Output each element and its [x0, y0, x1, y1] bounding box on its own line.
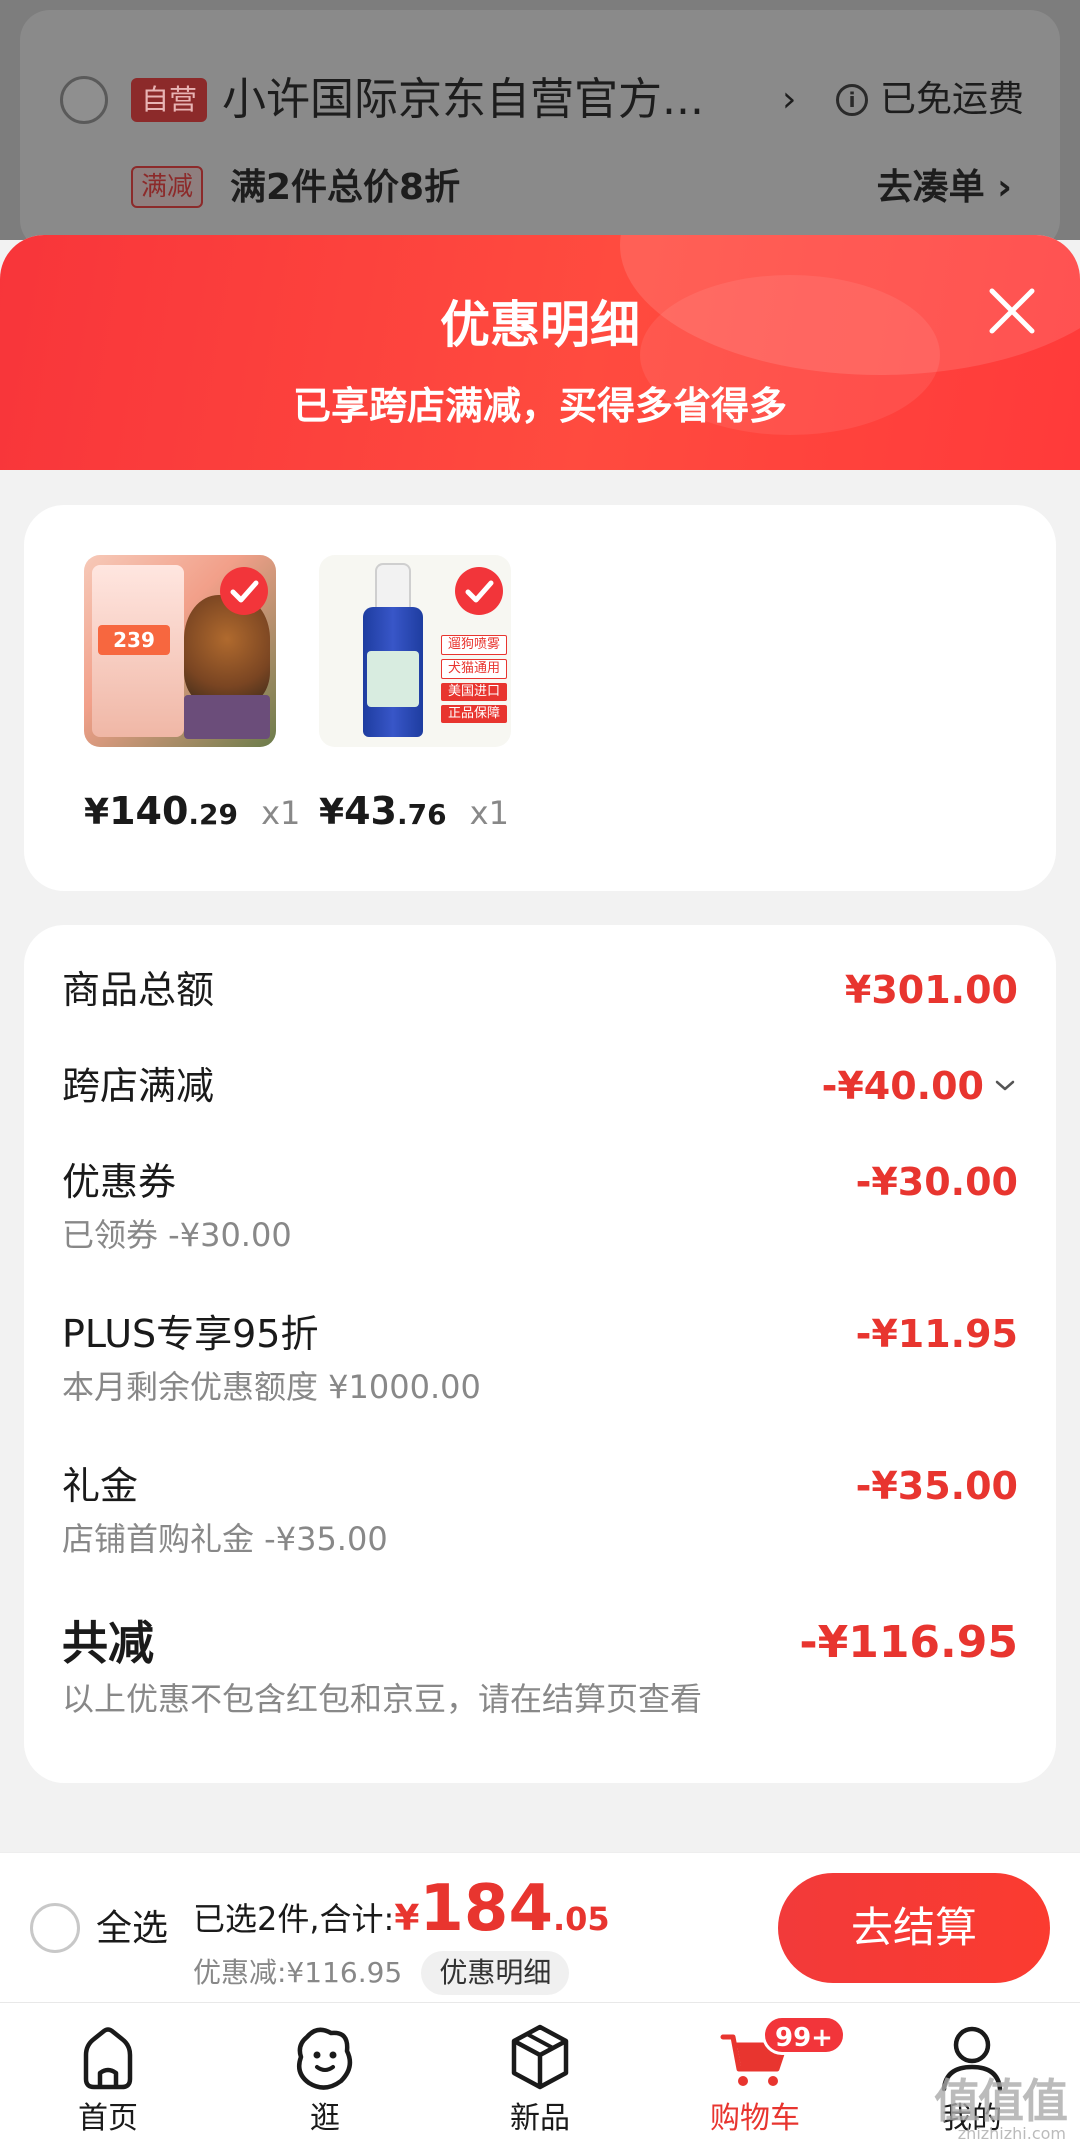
- total-decimal: .05: [552, 1900, 610, 1938]
- row-amount: -¥40.00: [821, 1064, 984, 1108]
- discount-detail-button[interactable]: 优惠明细: [421, 1951, 570, 1995]
- product-image-spray[interactable]: 遛狗喷雾 犬猫通用 美国进口 正品保障: [319, 555, 511, 747]
- row-sub: 本月剩余优惠额度 ¥1000.00: [62, 1368, 481, 1406]
- store-select-radio: [60, 76, 108, 124]
- browse-icon: [297, 2027, 353, 2090]
- select-all-label[interactable]: 全选: [96, 1905, 168, 1953]
- spray-nozzle-graphic: [375, 563, 411, 611]
- tab-label: 逛: [310, 2101, 340, 2136]
- gift-money-row: 礼金 店铺首购礼金 -¥35.00 -¥35.00: [62, 1461, 1018, 1561]
- image-tag: 美国进口: [441, 683, 507, 701]
- image-tag: 犬猫通用: [441, 659, 507, 679]
- chevron-down-icon[interactable]: [992, 1069, 1018, 1103]
- site-watermark: 值值值 zhizhizhi.com: [934, 2074, 1068, 2143]
- product-image-dog-food[interactable]: 239: [84, 555, 276, 747]
- discount-detail-sheet: 优惠明细 已享跨店满减，买得多省得多 239 ¥140.29 x1 遛狗喷雾 犬…: [0, 235, 1080, 1855]
- cross-store-discount-row[interactable]: 跨店满减 -¥40.00: [62, 1061, 1018, 1111]
- product-price-line: ¥140.29 x1: [84, 789, 300, 833]
- selected-total-line: 已选2件,合计:¥184.05: [193, 1871, 610, 1947]
- discount-summary-card: 商品总额 ¥301.00 跨店满减 -¥40.00 优惠券 已领券 -¥30.0…: [24, 925, 1056, 1783]
- goto-add-items-link: 去凑单 ›: [876, 167, 1012, 208]
- sheet-subtitle: 已享跨店满减，买得多省得多: [292, 384, 787, 428]
- product-quantity: x1: [261, 794, 301, 832]
- tab-label: 新品: [510, 2101, 570, 2136]
- discount-line: 优惠减:¥116.95 优惠明细: [193, 1951, 570, 1995]
- store-name: 小许国际京东自营官方...: [222, 74, 704, 125]
- selected-products-card: 239 ¥140.29 x1 遛狗喷雾 犬猫通用 美国进口 正品保障 ¥43.7…: [24, 505, 1056, 891]
- new-products-icon: [511, 2024, 569, 2090]
- package-strip: [184, 695, 270, 739]
- selected-count-text: 已选2件,合计:: [193, 1900, 395, 1938]
- row-sub: 以上优惠不包含红包和京豆，请在结算页查看: [62, 1680, 703, 1718]
- free-shipping-label: 已免运费: [880, 79, 1025, 120]
- info-icon: i: [836, 84, 868, 116]
- total-currency-symbol: ¥: [394, 1898, 420, 1939]
- row-sub: 店铺首购礼金 -¥35.00: [62, 1520, 388, 1558]
- price-decimal: .76: [396, 798, 447, 831]
- tab-label: 购物车: [710, 2101, 800, 2136]
- image-tag: 正品保障: [441, 705, 507, 723]
- tab-cart[interactable]: 99+ 购物车: [680, 2015, 846, 2139]
- background-promo-row: 满减 满2件总价8折 去凑单 ›: [0, 160, 1080, 216]
- currency-symbol: ¥: [319, 792, 345, 833]
- checkmark-icon: [455, 567, 503, 615]
- image-tag: 遛狗喷雾: [441, 635, 507, 655]
- goods-total-row: 商品总额 ¥301.00: [62, 965, 1018, 1015]
- plus-discount-row: PLUS专享95折 本月剩余优惠额度 ¥1000.00 -¥11.95: [62, 1309, 1018, 1409]
- tab-home[interactable]: 首页: [33, 2023, 183, 2139]
- total-discount-row: 共减 以上优惠不包含红包和京豆，请在结算页查看 -¥116.95: [62, 1615, 1018, 1721]
- close-icon: [989, 288, 1035, 334]
- sheet-title: 优惠明细: [440, 296, 640, 354]
- background-store-row: 自营 小许国际京东自营官方... › i 已免运费: [0, 70, 1080, 130]
- image-price-tag: 239: [98, 625, 170, 655]
- select-all-checkbox[interactable]: [30, 1903, 80, 1953]
- tab-label: 首页: [78, 2101, 138, 2136]
- bottle-label-graphic: [367, 651, 419, 707]
- row-sub: 已领券 -¥30.00: [62, 1216, 292, 1254]
- tab-browse[interactable]: 逛: [250, 2023, 400, 2139]
- row-amount: -¥116.95: [799, 1617, 1018, 1668]
- product-item[interactable]: 遛狗喷雾 犬猫通用 美国进口 正品保障 ¥43.76 x1: [319, 555, 519, 833]
- product-quantity: x1: [469, 794, 509, 832]
- row-amount: ¥301.00: [844, 968, 1018, 1012]
- watermark-logo: 值值值: [934, 2074, 1068, 2128]
- self-operated-tag: 自营: [131, 78, 208, 122]
- promo-text: 满2件总价8折: [230, 167, 461, 208]
- chevron-right-icon: ›: [782, 79, 797, 120]
- price-decimal: .29: [188, 798, 238, 831]
- bottom-tab-bar: 首页 逛 新品 99+ 购物车 我的 值值值 zhizhizhi.com: [0, 2002, 1080, 2155]
- product-item[interactable]: 239 ¥140.29 x1: [84, 555, 300, 833]
- promo-tag: 满减: [131, 166, 204, 208]
- background-overlay: 自营 小许国际京东自营官方... › i 已免运费 满减 满2件总价8折 去凑单…: [0, 0, 1080, 250]
- price-integer: 43: [344, 789, 397, 833]
- row-amount: -¥30.00: [855, 1160, 1018, 1204]
- checkout-button[interactable]: 去结算: [778, 1873, 1050, 1983]
- total-integer: 184: [419, 1872, 553, 1946]
- checkmark-icon: [220, 567, 268, 615]
- row-amount: -¥11.95: [855, 1312, 1018, 1356]
- price-integer: 140: [109, 789, 189, 833]
- home-icon: [83, 2027, 133, 2090]
- product-price-line: ¥43.76 x1: [319, 789, 519, 833]
- close-button[interactable]: [984, 283, 1040, 339]
- discount-amount-text: 优惠减:¥116.95: [193, 1956, 403, 1989]
- cart-count-badge: 99+: [762, 2015, 846, 2055]
- checkout-bar: 全选 已选2件,合计:¥184.05 优惠减:¥116.95 优惠明细 去结算: [0, 1852, 1080, 2002]
- currency-symbol: ¥: [84, 792, 110, 833]
- sheet-header: 优惠明细 已享跨店满减，买得多省得多: [0, 235, 1080, 470]
- row-amount: -¥35.00: [855, 1464, 1018, 1508]
- image-tags: 遛狗喷雾 犬猫通用 美国进口 正品保障: [441, 635, 507, 727]
- coupon-row: 优惠券 已领券 -¥30.00 -¥30.00: [62, 1157, 1018, 1257]
- tab-new-products[interactable]: 新品: [465, 2023, 615, 2139]
